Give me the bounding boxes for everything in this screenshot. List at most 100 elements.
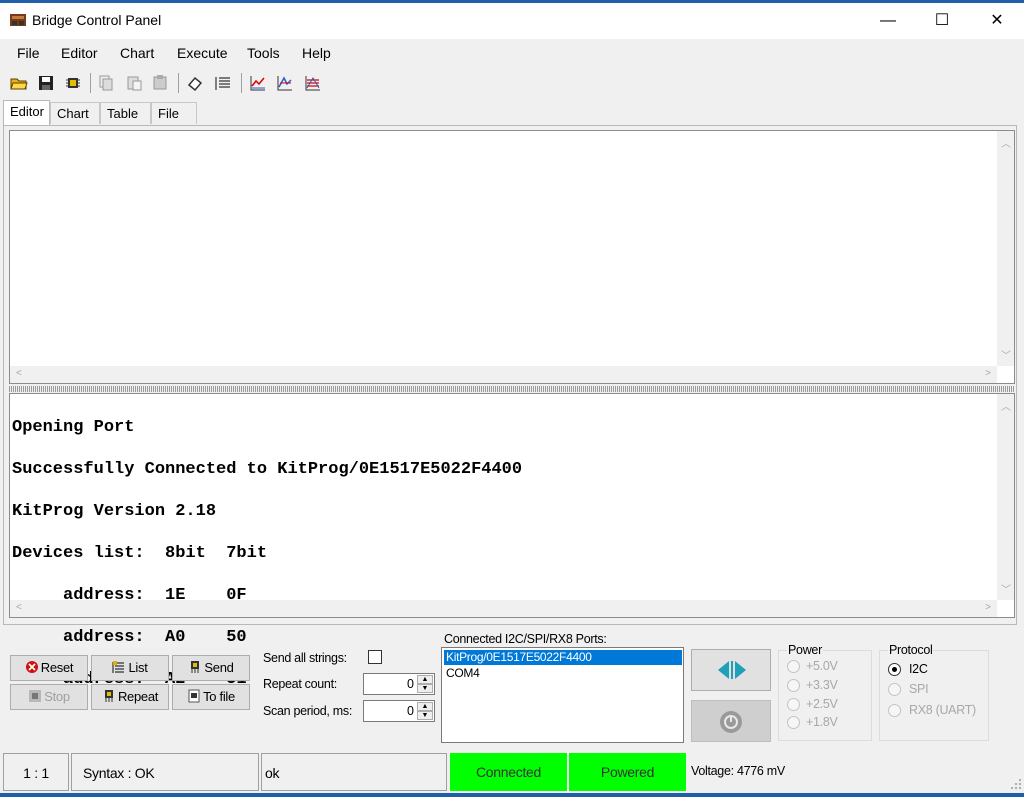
power-group-title: Power [787,643,823,657]
paste-special-icon[interactable] [151,74,169,92]
power-label-5v: +5.0V [806,659,838,673]
protocol-radio-spi[interactable] [888,683,901,696]
tab-chart[interactable]: Chart [50,102,100,124]
tab-table[interactable]: Table [100,102,151,124]
powered-indicator: Powered [569,753,686,791]
reset-button[interactable]: Reset [10,655,88,681]
power-radio-5v[interactable] [787,660,800,673]
scan-period-stepper[interactable]: 0 ▲ ▼ [363,700,435,722]
port-item-com4[interactable]: COM4 [444,666,480,681]
chart-icon[interactable] [249,74,267,92]
protocol-label-spi: SPI [909,682,929,696]
tab-editor[interactable]: Editor [3,100,50,125]
protocol-radio-i2c[interactable] [888,663,901,676]
log-line: KitProg Version 2.18 [12,502,217,521]
spin-up-icon[interactable]: ▲ [417,702,433,711]
spin-up-icon[interactable]: ▲ [417,675,433,684]
list-label: List [128,660,148,675]
scan-period-value: 0 [407,704,414,718]
log-line: Opening Port [12,418,135,437]
repeat-label: Repeat [117,689,159,704]
send-button[interactable]: Send [172,655,250,681]
copy-icon[interactable] [97,74,115,92]
scroll-down-icon[interactable]: ﹀ [1001,581,1011,596]
protocol-radio-rx8[interactable] [888,704,901,717]
tab-file[interactable]: File [151,102,197,124]
chart-xy-icon[interactable] [276,74,294,92]
to-file-button[interactable]: To file [172,684,250,710]
connect-button[interactable] [691,649,771,691]
stop-button[interactable]: Stop [10,684,88,710]
maximize-button[interactable]: ☐ [915,3,969,39]
script-editor[interactable]: ︿ ﹀ < > [9,130,1015,384]
pane-splitter[interactable] [9,386,1015,392]
menu-chart[interactable]: Chart [120,45,154,61]
open-folder-icon[interactable] [10,74,28,92]
menu-bar: File Editor Chart Execute Tools Help [0,39,1024,67]
power-radio-2v5[interactable] [787,698,800,711]
window-title: Bridge Control Panel [32,12,162,28]
chart-multi-icon[interactable] [304,74,322,92]
protocol-label-rx8: RX8 (UART) [909,703,976,717]
menu-editor[interactable]: Editor [61,45,98,61]
power-label-3v3: +3.3V [806,678,838,692]
scroll-left-icon[interactable]: < [16,368,22,379]
app-icon [10,14,26,26]
taskbar-edge [0,793,1024,797]
scroll-right-icon[interactable]: > [985,602,991,613]
voltage-readout: Voltage: 4776 mV [691,764,785,778]
scroll-up-icon[interactable]: ︿ [1001,398,1011,413]
editor-vertical-scrollbar[interactable]: ︿ ﹀ [997,131,1014,366]
menu-execute[interactable]: Execute [177,45,228,61]
power-radio-3v3[interactable] [787,679,800,692]
spin-down-icon[interactable]: ▼ [417,684,433,693]
resize-grip-icon[interactable] [1010,778,1022,790]
ports-list[interactable]: KitProg/0E1517E5022F4400 COM4 [441,647,684,743]
connected-indicator: Connected [450,753,567,791]
status-message: ok [261,753,447,791]
power-radio-1v8[interactable] [787,716,800,729]
scan-period-label: Scan period, ms: [263,704,352,718]
scroll-up-icon[interactable]: ︿ [1001,135,1011,150]
save-icon[interactable] [37,74,55,92]
stop-label: Stop [44,689,70,704]
log-line: Successfully Connected to KitProg/0E1517… [12,460,523,479]
send-label: Send [204,660,234,675]
port-item-kitprog[interactable]: KitProg/0E1517E5022F4400 [444,650,682,665]
log-line: Devices list: 8bit 7bit [12,544,268,563]
menu-tools[interactable]: Tools [247,45,280,61]
editor-horizontal-scrollbar[interactable]: < > [10,366,997,383]
paste-icon[interactable] [125,74,143,92]
scroll-down-icon[interactable]: ﹀ [1001,347,1011,362]
close-button[interactable]: ✕ [970,3,1024,39]
log-vertical-scrollbar[interactable]: ︿ ﹀ [997,394,1014,600]
send-icon [191,661,200,673]
repeat-button[interactable]: Repeat [91,684,169,710]
repeat-count-stepper[interactable]: 0 ▲ ▼ [363,673,435,695]
menu-help[interactable]: Help [302,45,331,61]
list-button[interactable]: List [91,655,169,681]
scroll-right-icon[interactable]: > [985,368,991,379]
protocol-group-title: Protocol [888,643,934,657]
reset-label: Reset [40,660,74,675]
menu-file[interactable]: File [17,45,40,61]
power-icon [720,711,742,733]
cursor-position: 1 : 1 [3,753,69,791]
minimize-button[interactable]: — [861,3,915,39]
eraser-icon[interactable] [186,74,204,92]
connect-arrows-icon [718,661,746,679]
repeat-count-value: 0 [407,677,414,691]
list-icon[interactable] [214,74,232,92]
send-all-checkbox[interactable] [368,650,382,664]
chip-icon[interactable] [64,74,82,92]
to-file-icon [188,689,200,703]
ports-label: Connected I2C/SPI/RX8 Ports: [444,632,607,646]
spin-down-icon[interactable]: ▼ [417,711,433,720]
stop-icon [29,690,42,702]
power-toggle-button[interactable] [691,700,771,742]
reset-icon [25,661,38,673]
send-all-label: Send all strings: [263,651,347,665]
protocol-label-i2c: I2C [909,662,928,676]
syntax-status: Syntax : OK [71,753,259,791]
power-label-2v5: +2.5V [806,697,838,711]
